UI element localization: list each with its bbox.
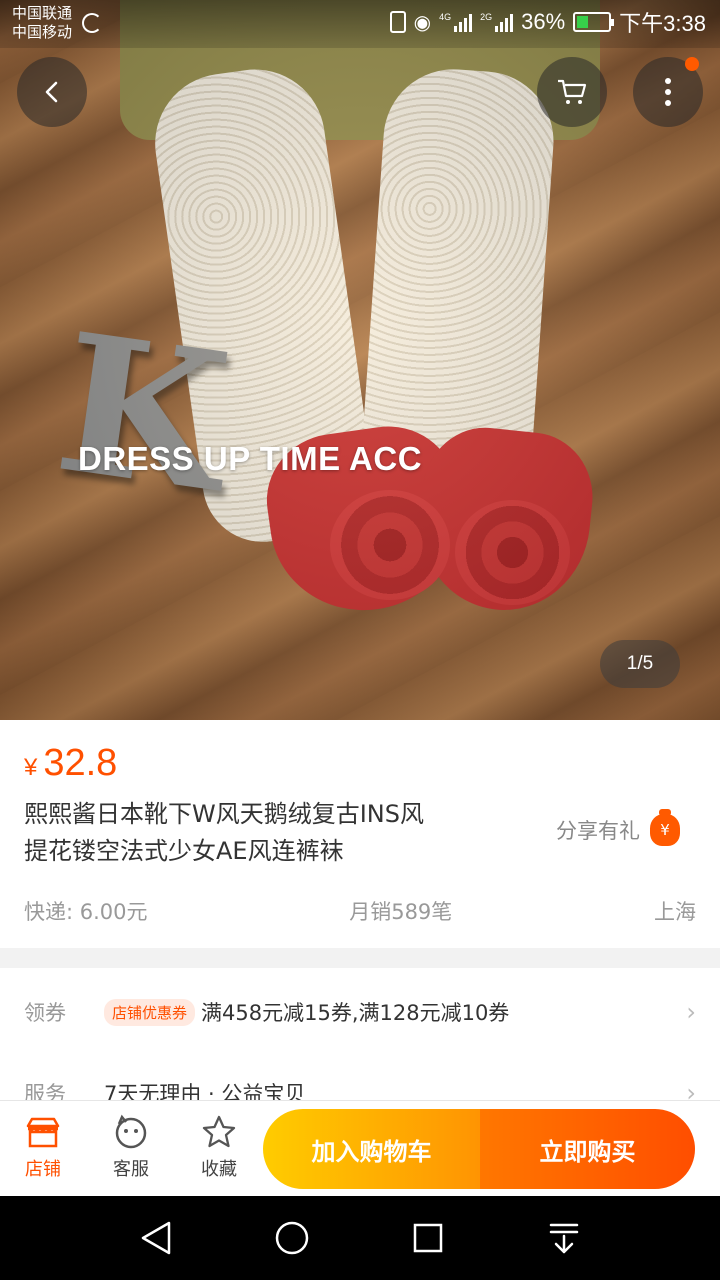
chevron-left-icon	[45, 81, 58, 103]
service-row[interactable]: 服务 7天无理由 · 公益宝贝 ›	[0, 1063, 720, 1103]
triangle-back-icon	[141, 1221, 171, 1255]
more-button[interactable]	[633, 57, 703, 127]
status-bar: 中国联通 中国移动 ◉ 4G 2G 36% 下午3:38	[0, 0, 720, 48]
back-button[interactable]	[17, 57, 87, 127]
nav-back-button[interactable]	[134, 1216, 178, 1260]
clock: 下午3:38	[619, 11, 706, 36]
customer-service-button[interactable]: 客服	[96, 1109, 166, 1181]
image-counter: 1/5	[600, 640, 680, 688]
favorite-button[interactable]: 收藏	[184, 1109, 254, 1181]
system-nav-bar	[0, 1196, 720, 1280]
product-title: 熙熙酱日本靴下W风天鹅绒复古INS风 提花镂空法式少女AE风连裤袜	[24, 800, 424, 865]
product-meta: 快递: 6.00元 月销589笔 上海	[24, 896, 696, 926]
shop-icon	[26, 1117, 60, 1148]
monthly-sales: 月销589笔	[349, 900, 453, 924]
gift-bag-icon: ¥	[650, 809, 680, 846]
signal-4g-icon: 4G	[439, 12, 473, 32]
cart-button[interactable]	[537, 57, 607, 127]
nav-home-button[interactable]	[270, 1216, 314, 1260]
star-icon	[202, 1115, 236, 1148]
carrier-names: 中国联通 中国移动	[12, 5, 73, 41]
cart-icon	[558, 79, 587, 104]
nav-notification-button[interactable]	[542, 1216, 586, 1260]
more-dots-icon	[665, 78, 671, 106]
battery-percent: 36%	[521, 9, 566, 34]
product-info: ¥32.8 熙熙酱日本靴下W风天鹅绒复古INS风 提花镂空法式少女AE风连裤袜 …	[0, 720, 720, 948]
circle-home-icon	[275, 1221, 309, 1255]
product-image[interactable]: K DRESS UP TIME ACC	[0, 0, 720, 720]
shop-coupon-tag: 店铺优惠券	[104, 998, 196, 1026]
signal-2g-icon: 2G	[480, 12, 514, 32]
image-watermark: DRESS UP TIME ACC	[78, 440, 423, 477]
nav-recents-button[interactable]	[406, 1216, 450, 1260]
share-button[interactable]: 分享有礼 ¥	[556, 809, 680, 846]
shop-button[interactable]: 店铺	[8, 1109, 78, 1181]
buy-now-button[interactable]: 立即购买	[480, 1109, 695, 1189]
action-bar: 店铺 客服 收藏 加入购物车 立即购买	[0, 1100, 720, 1196]
eye-icon: ◉	[413, 11, 432, 34]
coupon-text: 满458元减15券,满128元减10券	[201, 1001, 510, 1025]
ship-location: 上海	[653, 900, 696, 924]
chevron-right-icon: ›	[686, 998, 696, 1026]
square-recents-icon	[413, 1223, 443, 1253]
sync-icon	[82, 13, 102, 33]
price: ¥32.8	[24, 742, 118, 784]
add-to-cart-button[interactable]: 加入购物车	[263, 1109, 480, 1189]
notification-dot	[685, 57, 699, 71]
promo-section: 领券 店铺优惠券 满458元减15券,满128元减10券 › 服务 7天无理由 …	[0, 968, 720, 1103]
coupon-row[interactable]: 领券 店铺优惠券 满458元减15券,满128元减10券 ›	[0, 982, 720, 1042]
chat-face-icon	[115, 1114, 147, 1149]
vibrate-icon	[389, 11, 406, 33]
shipping-fee: 快递: 6.00元	[24, 900, 148, 924]
battery-icon	[573, 12, 615, 32]
pull-down-icon	[549, 1223, 579, 1254]
